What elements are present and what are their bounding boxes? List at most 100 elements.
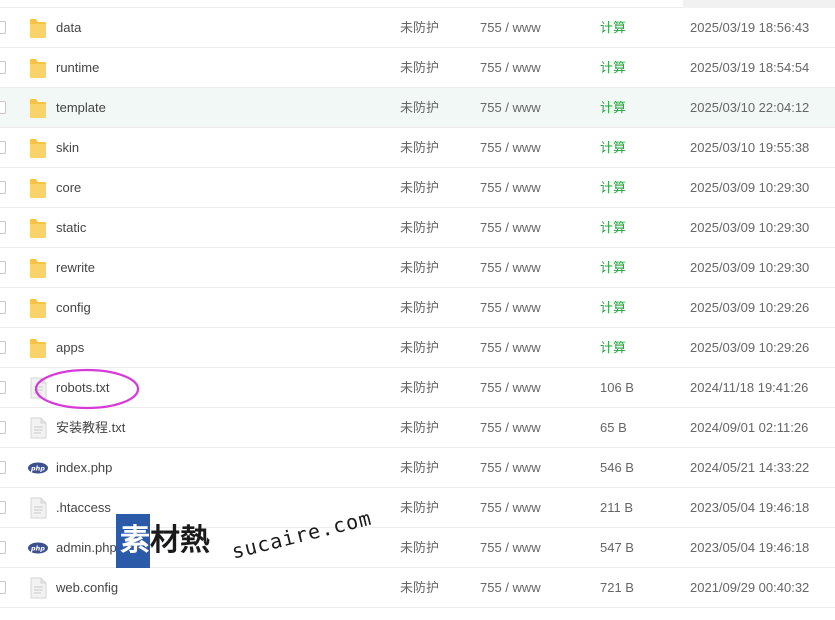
protection-status[interactable]: 未防护 — [400, 88, 439, 128]
table-row[interactable]: 安装教程.txt 未防护 755 / www 65 B 2024/09/01 02:11… — [0, 408, 835, 448]
permission-owner[interactable]: 755 / www — [480, 88, 541, 128]
row-checkbox[interactable] — [0, 421, 6, 434]
calculate-size-link[interactable]: 计算 — [600, 208, 626, 248]
permission-owner[interactable]: 755 / www — [480, 448, 541, 488]
file-name[interactable]: skin — [56, 128, 79, 168]
file-name[interactable]: 安装教程.txt — [56, 408, 125, 448]
row-checkbox[interactable] — [0, 21, 6, 34]
folder-icon — [28, 337, 48, 359]
text-file-icon — [28, 577, 48, 599]
table-row[interactable]: php index.php 未防护 755 / www 546 B 2024/05/21 … — [0, 448, 835, 488]
calculate-size-link[interactable]: 计算 — [600, 248, 626, 288]
annotation-circle — [34, 368, 140, 410]
file-size: 65 B — [600, 420, 627, 435]
row-checkbox[interactable] — [0, 461, 6, 474]
permission-owner[interactable]: 755 / www — [480, 488, 541, 528]
modified-time: 2025/03/09 10:29:30 — [690, 180, 810, 195]
permission-owner[interactable]: 755 / www — [480, 528, 541, 568]
file-name[interactable]: web.config — [56, 568, 118, 608]
permission-owner[interactable]: 755 / www — [480, 408, 541, 448]
protection-status[interactable]: 未防护 — [400, 288, 439, 328]
file-name[interactable]: index.php — [56, 448, 112, 488]
file-name[interactable]: .htaccess — [56, 488, 111, 528]
modified-time: 2025/03/10 22:04:12 — [690, 100, 810, 115]
svg-text:php: php — [30, 464, 45, 472]
folder-icon — [28, 217, 48, 239]
row-checkbox[interactable] — [0, 221, 6, 234]
calculate-size-link[interactable]: 计算 — [600, 128, 626, 168]
row-checkbox[interactable] — [0, 61, 6, 74]
folder-icon — [28, 97, 48, 119]
table-row[interactable]: apps 未防护 755 / www 计算 2025/03/09 10:29:26 — [0, 328, 835, 368]
php-file-icon: php — [28, 457, 48, 479]
row-checkbox[interactable] — [0, 501, 6, 514]
protection-status[interactable]: 未防护 — [400, 208, 439, 248]
table-row[interactable]: runtime 未防护 755 / www 计算 2025/03/19 18:54:54 — [0, 48, 835, 88]
file-name[interactable]: static — [56, 208, 86, 248]
permission-owner[interactable]: 755 / www — [480, 128, 541, 168]
modified-time: 2023/05/04 19:46:18 — [690, 500, 810, 515]
protection-status[interactable]: 未防护 — [400, 408, 439, 448]
file-name[interactable]: template — [56, 88, 106, 128]
protection-status[interactable]: 未防护 — [400, 488, 439, 528]
permission-owner[interactable]: 755 / www — [480, 328, 541, 368]
header-sort-cell[interactable] — [683, 0, 835, 8]
table-row[interactable]: static 未防护 755 / www 计算 2025/03/09 10:29:30 — [0, 208, 835, 248]
row-checkbox[interactable] — [0, 101, 6, 114]
table-row[interactable]: template 未防护 755 / www 计算 2025/03/10 22:04:1… — [0, 88, 835, 128]
row-checkbox[interactable] — [0, 541, 6, 554]
protection-status[interactable]: 未防护 — [400, 48, 439, 88]
watermark-en-text: sucaire.com — [229, 505, 375, 564]
row-checkbox[interactable] — [0, 141, 6, 154]
protection-status[interactable]: 未防护 — [400, 368, 439, 408]
file-name[interactable]: apps — [56, 328, 84, 368]
table-row[interactable]: core 未防护 755 / www 计算 2025/03/09 10:29:30 — [0, 168, 835, 208]
modified-time: 2023/05/04 19:46:18 — [690, 540, 810, 555]
permission-owner[interactable]: 755 / www — [480, 208, 541, 248]
file-name[interactable]: rewrite — [56, 248, 95, 288]
row-checkbox[interactable] — [0, 301, 6, 314]
permission-owner[interactable]: 755 / www — [480, 568, 541, 608]
permission-owner[interactable]: 755 / www — [480, 168, 541, 208]
modified-time: 2025/03/09 10:29:26 — [690, 340, 810, 355]
protection-status[interactable]: 未防护 — [400, 328, 439, 368]
folder-icon — [28, 57, 48, 79]
file-name[interactable]: config — [56, 288, 91, 328]
file-name[interactable]: runtime — [56, 48, 99, 88]
row-checkbox[interactable] — [0, 341, 6, 354]
modified-time: 2025/03/19 18:56:43 — [690, 20, 810, 35]
row-checkbox[interactable] — [0, 181, 6, 194]
modified-time: 2024/11/18 19:41:26 — [690, 380, 809, 395]
calculate-size-link[interactable]: 计算 — [600, 168, 626, 208]
protection-status[interactable]: 未防护 — [400, 248, 439, 288]
file-size: 721 B — [600, 580, 634, 595]
row-checkbox[interactable] — [0, 581, 6, 594]
table-row[interactable]: rewrite 未防护 755 / www 计算 2025/03/09 10:29:30 — [0, 248, 835, 288]
permission-owner[interactable]: 755 / www — [480, 48, 541, 88]
table-row[interactable]: skin 未防护 755 / www 计算 2025/03/10 19:55:38 — [0, 128, 835, 168]
calculate-size-link[interactable]: 计算 — [600, 328, 626, 368]
permission-owner[interactable]: 755 / www — [480, 248, 541, 288]
row-checkbox[interactable] — [0, 381, 6, 394]
file-name[interactable]: core — [56, 168, 81, 208]
protection-status[interactable]: 未防护 — [400, 128, 439, 168]
calculate-size-link[interactable]: 计算 — [600, 88, 626, 128]
folder-icon — [28, 17, 48, 39]
permission-owner[interactable]: 755 / www — [480, 288, 541, 328]
table-row[interactable]: data 未防护 755 / www 计算 2025/03/19 18:56:43 — [0, 8, 835, 48]
protection-status[interactable]: 未防护 — [400, 448, 439, 488]
protection-status[interactable]: 未防护 — [400, 568, 439, 608]
calculate-size-link[interactable]: 计算 — [600, 48, 626, 88]
file-name[interactable]: data — [56, 8, 81, 48]
protection-status[interactable]: 未防护 — [400, 168, 439, 208]
svg-text:php: php — [30, 544, 45, 552]
calculate-size-link[interactable]: 计算 — [600, 8, 626, 48]
calculate-size-link[interactable]: 计算 — [600, 288, 626, 328]
protection-status[interactable]: 未防护 — [400, 528, 439, 568]
row-checkbox[interactable] — [0, 261, 6, 274]
table-row[interactable]: config 未防护 755 / www 计算 2025/03/09 10:29:26 — [0, 288, 835, 328]
permission-owner[interactable]: 755 / www — [480, 368, 541, 408]
protection-status[interactable]: 未防护 — [400, 8, 439, 48]
file-name[interactable]: admin.php — [56, 528, 117, 568]
permission-owner[interactable]: 755 / www — [480, 8, 541, 48]
